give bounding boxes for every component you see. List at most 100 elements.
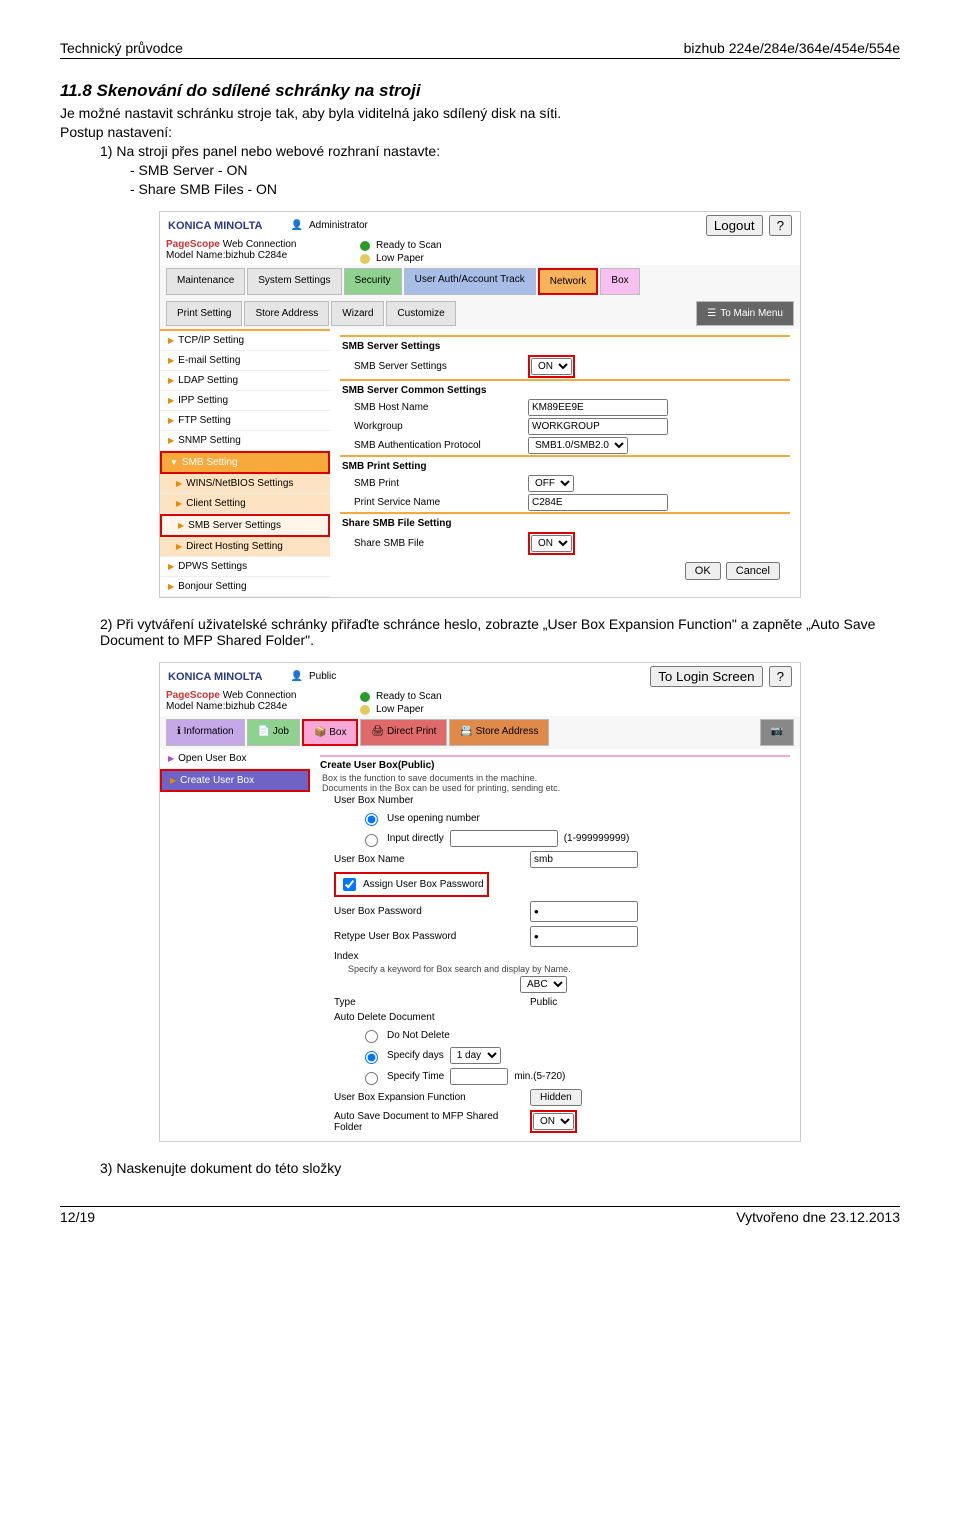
- camera-icon[interactable]: 📷: [760, 719, 794, 746]
- input-pw2[interactable]: [530, 926, 638, 947]
- lowpaper-icon: [360, 705, 370, 715]
- subtab-custom[interactable]: Customize: [386, 301, 455, 326]
- lbl-autodel: Auto Delete Document: [334, 1012, 524, 1023]
- lbl-pw2: Retype User Box Password: [334, 931, 524, 942]
- side-directhost[interactable]: ▶Direct Hosting Setting: [160, 537, 330, 557]
- step1: 1) Na stroji přes panel nebo webové rozh…: [100, 143, 900, 159]
- tab-info[interactable]: ℹ Information: [166, 719, 245, 746]
- admin-icon: 👤: [291, 220, 303, 231]
- desc2: Documents in the Box can be used for pri…: [320, 783, 790, 793]
- tab-box[interactable]: 📦 Box: [302, 719, 358, 746]
- help-button[interactable]: ?: [769, 666, 792, 687]
- input-hostname[interactable]: [528, 399, 668, 416]
- lbl-pw: User Box Password: [334, 906, 524, 917]
- tab-maintenance[interactable]: Maintenance: [166, 268, 245, 295]
- panel2-tabs: ℹ Information 📄 Job 📦 Box 🖨 Direct Print…: [160, 716, 800, 749]
- select-days[interactable]: 1 day: [450, 1047, 501, 1064]
- section-title: 11.8 Skenování do sdílené schránky na st…: [60, 81, 900, 101]
- smb-server-select[interactable]: ON: [531, 358, 572, 375]
- autosave-hl: ON: [530, 1110, 577, 1133]
- tab-box[interactable]: Box: [600, 268, 639, 295]
- panel1-subtabs: Print Setting Store Address Wizard Custo…: [160, 298, 800, 329]
- side-open-box[interactable]: ▶Open User Box: [160, 749, 310, 769]
- setup-label: Postup nastavení:: [60, 124, 900, 140]
- grp-smb-print: SMB Print Setting: [340, 455, 790, 474]
- lbl-printname: Print Service Name: [354, 497, 524, 508]
- radio-input[interactable]: [365, 834, 378, 847]
- input-boxname[interactable]: [530, 851, 638, 868]
- doc-footer: 12/19 Vytvořeno dne 23.12.2013: [60, 1206, 900, 1225]
- step1a: - SMB Server - ON: [130, 162, 900, 178]
- lbl-autosave: Auto Save Document to MFP Shared Folder: [334, 1111, 524, 1133]
- tab-network[interactable]: Network: [538, 268, 599, 295]
- lbl-index: Index: [334, 951, 524, 962]
- panel-public: KONICA MINOLTA 👤Public To Login Screen ?…: [159, 662, 801, 1142]
- grp-smb-common: SMB Server Common Settings: [340, 379, 790, 398]
- select-smbprint[interactable]: OFF: [528, 475, 574, 492]
- radio-nodel[interactable]: [365, 1030, 378, 1043]
- job-icon: 📄: [258, 726, 270, 737]
- lbl-smbprint: SMB Print: [354, 478, 524, 489]
- side-ftp[interactable]: ▶FTP Setting: [160, 411, 330, 431]
- subtab-store[interactable]: Store Address: [244, 301, 329, 326]
- input-time[interactable]: [450, 1068, 508, 1085]
- input-printname[interactable]: [528, 494, 668, 511]
- side-bonjour[interactable]: ▶Bonjour Setting: [160, 577, 330, 597]
- ready-icon: [360, 692, 370, 702]
- select-authproto[interactable]: SMB1.0/SMB2.0: [528, 437, 628, 454]
- subtab-print[interactable]: Print Setting: [166, 301, 242, 326]
- select-autosave[interactable]: ON: [533, 1113, 574, 1130]
- subtab-wizard[interactable]: Wizard: [331, 301, 384, 326]
- input-workgroup[interactable]: [528, 418, 668, 435]
- ok-button[interactable]: OK: [685, 562, 721, 580]
- panel2-sidebar: ▶Open User Box ▶Create User Box: [160, 749, 310, 1141]
- side-ldap[interactable]: ▶LDAP Setting: [160, 371, 330, 391]
- chk-assign-pw[interactable]: [343, 878, 356, 891]
- tab-direct[interactable]: 🖨 Direct Print: [360, 719, 447, 746]
- lbl-hostname: SMB Host Name: [354, 402, 524, 413]
- input-boxnum[interactable]: [450, 830, 558, 847]
- side-email[interactable]: ▶E-mail Setting: [160, 351, 330, 371]
- tab-userauth[interactable]: User Auth/Account Track: [404, 268, 536, 295]
- side-smb[interactable]: ▼SMB Setting: [160, 451, 330, 474]
- footer-date: Vytvořeno dne 23.12.2013: [736, 1209, 900, 1225]
- tab-system[interactable]: System Settings: [247, 268, 341, 295]
- grp-sharefile: Share SMB File Setting: [340, 512, 790, 531]
- side-smbserver[interactable]: ▶SMB Server Settings: [160, 514, 330, 537]
- radio-days[interactable]: [365, 1051, 378, 1064]
- create-box-title: Create User Box(Public): [320, 755, 790, 773]
- tab-job[interactable]: 📄 Job: [247, 719, 300, 746]
- cancel-button[interactable]: Cancel: [726, 562, 780, 580]
- btn-expansion[interactable]: Hidden: [530, 1089, 582, 1106]
- login-button[interactable]: To Login Screen: [650, 666, 762, 687]
- side-create-box[interactable]: ▶Create User Box: [160, 769, 310, 792]
- intro-text: Je možné nastavit schránku stroje tak, a…: [60, 105, 900, 121]
- to-main-menu[interactable]: ☰To Main Menu: [696, 301, 794, 326]
- radio-opening[interactable]: [365, 813, 378, 826]
- side-snmp[interactable]: ▶SNMP Setting: [160, 431, 330, 451]
- tab-security[interactable]: Security: [344, 268, 402, 295]
- select-sharefile[interactable]: ON: [531, 535, 572, 552]
- side-dpws[interactable]: ▶DPWS Settings: [160, 557, 330, 577]
- smb-server-select-hl: ON: [528, 355, 575, 378]
- sharefile-select-hl: ON: [528, 532, 575, 555]
- input-pw[interactable]: [530, 901, 638, 922]
- tab-store[interactable]: 📇 Store Address: [449, 719, 549, 746]
- side-tcpip[interactable]: ▶TCP/IP Setting: [160, 331, 330, 351]
- menu-icon: ☰: [707, 308, 716, 319]
- desc1: Box is the function to save documents in…: [320, 773, 790, 783]
- info-icon: ℹ: [177, 726, 181, 737]
- lbl-sharefile: Share SMB File: [354, 538, 524, 549]
- help-button[interactable]: ?: [769, 215, 792, 236]
- side-wins[interactable]: ▶WINS/NetBIOS Settings: [160, 474, 330, 494]
- panel1-tabs: Maintenance System Settings Security Use…: [160, 265, 800, 298]
- side-client[interactable]: ▶Client Setting: [160, 494, 330, 514]
- logout-button[interactable]: Logout: [706, 215, 763, 236]
- lbl-expansion: User Box Expansion Function: [334, 1092, 524, 1103]
- select-index[interactable]: ABC: [520, 976, 567, 993]
- val-type: Public: [530, 997, 557, 1008]
- radio-time[interactable]: [365, 1072, 378, 1085]
- grp-smb-server: SMB Server Settings: [340, 335, 790, 354]
- model-label-2: Model Name:bizhub C284e: [166, 701, 346, 712]
- side-ipp[interactable]: ▶IPP Setting: [160, 391, 330, 411]
